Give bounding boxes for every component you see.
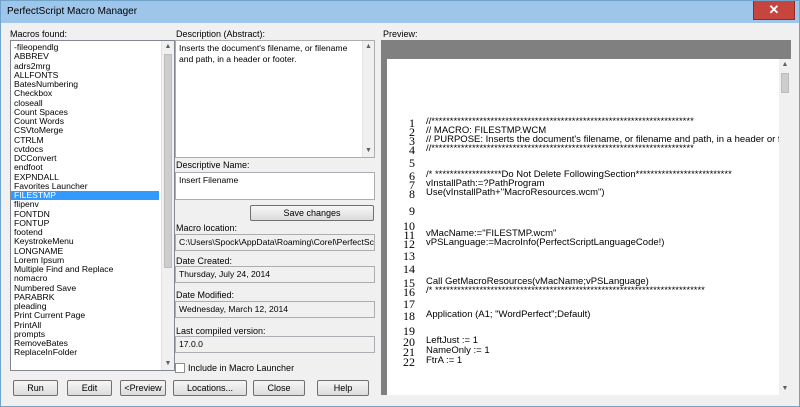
line-number: 9 xyxy=(409,204,415,218)
preview-pane: 1//*************************************… xyxy=(381,40,791,395)
description-text: Inserts the document's filename, or file… xyxy=(179,43,348,64)
description-scrollbar[interactable]: ▲ ▼ xyxy=(362,41,374,157)
close-icon: ✕ xyxy=(768,2,780,17)
scroll-up-icon[interactable]: ▲ xyxy=(779,59,791,71)
macro-list-item[interactable]: Count Words xyxy=(11,117,159,126)
macro-list-item[interactable]: KeystrokeMenu xyxy=(11,237,159,246)
line-text: vPSLanguage:=MacroInfo(PerfectScriptLang… xyxy=(426,237,665,248)
macro-list-item[interactable]: EXPNDALL xyxy=(11,173,159,182)
macro-manager-window: PerfectScript Macro Manager ✕ Macros fou… xyxy=(0,0,800,407)
last-compiled-label: Last compiled version: xyxy=(176,326,266,336)
date-created-label: Date Created: xyxy=(176,256,233,266)
date-created-field[interactable]: Thursday, July 24, 2014 xyxy=(175,266,375,283)
macros-list-items: -fileopendlg ABBREV adrs2mrg ALLFONTS BatesN… xyxy=(11,43,159,358)
macro-list-item[interactable]: Numbered Save xyxy=(11,284,159,293)
macro-list-item[interactable]: -fileopendlg xyxy=(11,43,159,52)
macro-list-item[interactable]: FONTDN xyxy=(11,210,159,219)
scroll-up-icon[interactable]: ▲ xyxy=(363,41,374,53)
macros-listbox[interactable]: -fileopendlg ABBREV adrs2mrg ALLFONTS BatesN… xyxy=(10,40,175,371)
macro-list-item[interactable]: pleading xyxy=(11,302,159,311)
macro-list-item[interactable]: DCConvert xyxy=(11,154,159,163)
macros-scrollbar[interactable]: ▲ ▼ xyxy=(161,41,174,370)
close-button[interactable]: Close xyxy=(253,380,305,396)
description-label: Description (Abstract): xyxy=(176,29,266,39)
macro-list-item[interactable]: Count Spaces xyxy=(11,108,159,117)
scroll-thumb[interactable] xyxy=(781,73,789,93)
line-number: 18 xyxy=(403,309,415,323)
macro-list-item[interactable]: Print Current Page xyxy=(11,311,159,320)
macro-list-item[interactable]: ALLFONTS xyxy=(11,71,159,80)
line-text: //**************************************… xyxy=(426,143,694,154)
compiled-version-field[interactable]: 17.0.0 xyxy=(175,336,375,353)
preview-toolbar-area xyxy=(381,40,791,59)
macro-list-item[interactable]: FONTUP xyxy=(11,219,159,228)
include-in-launcher-label: Include in Macro Launcher xyxy=(188,363,295,373)
scroll-down-icon[interactable]: ▼ xyxy=(162,358,174,370)
title-bar[interactable]: PerfectScript Macro Manager ✕ xyxy=(1,1,799,23)
preview-document[interactable]: 1//*************************************… xyxy=(387,59,779,395)
macro-list-item[interactable]: prompts xyxy=(11,330,159,339)
line-text: FtrA := 1 xyxy=(426,355,463,366)
line-text: Application (A1; "WordPerfect";Default) xyxy=(426,309,591,320)
macro-list-item[interactable]: CTRLM xyxy=(11,136,159,145)
description-field[interactable]: Inserts the document's filename, or file… xyxy=(175,40,375,158)
macro-list-item[interactable]: BatesNumbering xyxy=(11,80,159,89)
macro-list-item[interactable]: Favorites Launcher xyxy=(11,182,159,191)
macro-list-item[interactable]: cvtdocs xyxy=(11,145,159,154)
macro-list-item[interactable]: flipenv xyxy=(11,200,159,209)
macro-list-item[interactable]: adrs2mrg xyxy=(11,62,159,71)
dialog-body: Macros found: -fileopendlg ABBREV adrs2mrg… xyxy=(7,25,794,401)
help-button[interactable]: Help xyxy=(317,380,369,396)
scroll-down-icon[interactable]: ▼ xyxy=(363,145,374,157)
descriptive-name-field[interactable]: Insert Filename xyxy=(175,172,375,200)
macro-list-item[interactable]: PrintAll xyxy=(11,321,159,330)
line-text: /* *************************************… xyxy=(426,285,705,296)
include-in-launcher-checkbox[interactable] xyxy=(175,363,185,373)
scroll-up-icon[interactable]: ▲ xyxy=(162,41,174,53)
preview-button[interactable]: <Preview xyxy=(120,380,166,396)
macro-list-item[interactable]: nomacro xyxy=(11,274,159,283)
macro-list-item[interactable]: LONGNAME xyxy=(11,247,159,256)
macro-list-item[interactable]: Checkbox xyxy=(11,89,159,98)
macro-list-item[interactable]: RemoveBates xyxy=(11,339,159,348)
line-text: Use(vInstallPath+"MacroResources.wcm") xyxy=(426,187,605,198)
macro-list-item[interactable]: ABBREV xyxy=(11,52,159,61)
run-button[interactable]: Run xyxy=(13,380,58,396)
date-modified-field[interactable]: Wednesday, March 12, 2014 xyxy=(175,301,375,318)
macro-location-field[interactable]: C:\Users\Spock\AppData\Roaming\Corel\Per… xyxy=(175,234,375,251)
macro-location-label: Macro location: xyxy=(176,223,238,233)
scroll-down-icon[interactable]: ▼ xyxy=(779,383,791,395)
close-window-button[interactable]: ✕ xyxy=(753,1,795,20)
macros-found-label: Macros found: xyxy=(10,29,68,39)
macro-list-item[interactable]: endfoot xyxy=(11,163,159,172)
preview-scrollbar[interactable]: ▲ ▼ xyxy=(779,59,791,395)
macro-list-item[interactable]: Lorem Ipsum xyxy=(11,256,159,265)
locations-button[interactable]: Locations... xyxy=(173,380,247,396)
macro-list-item[interactable]: Multiple Find and Replace xyxy=(11,265,159,274)
macro-list-item[interactable]: FILESTMP xyxy=(11,191,159,201)
date-modified-label: Date Modified: xyxy=(176,290,235,300)
macro-list-item[interactable]: closeall xyxy=(11,99,159,108)
window-title: PerfectScript Macro Manager xyxy=(7,6,138,17)
scroll-thumb[interactable] xyxy=(164,54,172,268)
line-number: 14 xyxy=(403,262,415,276)
save-changes-button[interactable]: Save changes xyxy=(250,205,374,221)
preview-label: Preview: xyxy=(383,29,418,39)
line-number: 22 xyxy=(403,355,415,369)
edit-button[interactable]: Edit xyxy=(67,380,112,396)
line-number: 8 xyxy=(409,187,415,201)
descriptive-name-label: Descriptive Name: xyxy=(176,160,250,170)
macro-list-item[interactable]: ReplaceInFolder xyxy=(11,348,159,357)
macro-list-item[interactable]: footend xyxy=(11,228,159,237)
macro-list-item[interactable]: PARABRK xyxy=(11,293,159,302)
macro-list-item[interactable]: CSVtoMerge xyxy=(11,126,159,135)
